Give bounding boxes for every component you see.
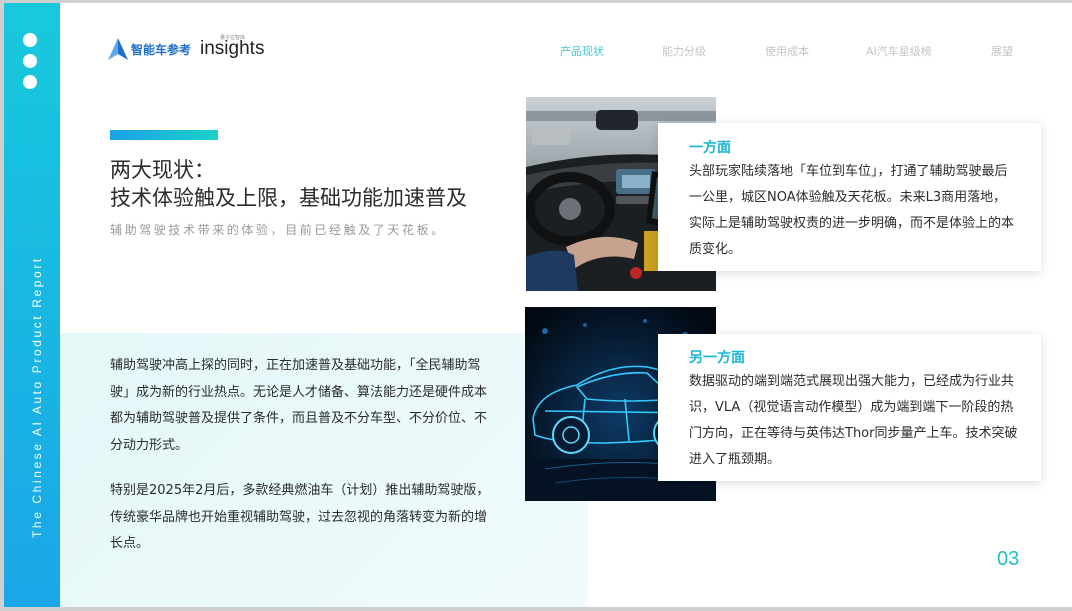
nav-item-outlook[interactable]: 展望: [991, 43, 1013, 59]
page-number: 03: [997, 548, 1020, 570]
body-paragraph-2: 特别是2025年2月后，多款经典燃油车（计划）推出辅助驾驶版，传统豪华品牌也开始…: [110, 483, 490, 551]
body-paragraph-1: 辅助驾驶冲高上探的同时，正在加速普及基础功能，「全民辅助驾驶」成为新的行业热点。…: [110, 358, 488, 453]
page-title-line2: 技术体验触及上限，基础功能加速普及: [110, 186, 467, 210]
info-card-2: 另一方面 数据驱动的端到端范式展现出强大能力，已经成为行业共识，VLA（视觉语言…: [658, 334, 1041, 481]
page-subtitle: 辅助驾驶技术带来的体验，目前已经触及了天花板。: [110, 223, 446, 237]
nav-item-capability-level[interactable]: 能力分级: [662, 43, 706, 59]
frame-bottom: [0, 607, 1072, 611]
insights-tag: 量子位智库: [220, 35, 246, 41]
slide: The Chinese AI Auto Product Report 智能车参考…: [0, 0, 1072, 611]
title-accent-bar: [110, 130, 218, 140]
card-1-text: 头部玩家陆续落地「车位到车位」，打通了辅助驾驶最后一公里，城区NOA体验触及天花…: [689, 164, 1015, 257]
frame-left: [0, 0, 4, 611]
nav-item-star-ranking[interactable]: AI汽车星级榜: [866, 43, 932, 59]
sidebar-vertical-text: The Chinese AI Auto Product Report: [30, 256, 44, 538]
frame-top: [0, 0, 1072, 3]
page-title: 两大现状： 技术体验触及上限，基础功能加速普及: [110, 156, 467, 212]
page-title-line1: 两大现状：: [110, 158, 215, 182]
card-1-title: 一方面: [689, 140, 731, 156]
nav-item-product-status[interactable]: 产品现状: [560, 43, 604, 59]
card-2-text: 数据驱动的端到端范式展现出强大能力，已经成为行业共识，VLA（视觉语言动作模型）…: [689, 374, 1018, 467]
info-card-1: 一方面 头部玩家陆续落地「车位到车位」，打通了辅助驾驶最后一公里，城区NOA体验…: [658, 123, 1041, 271]
sidebar: The Chinese AI Auto Product Report: [4, 3, 60, 607]
top-nav: 产品现状 能力分级 使用成本 AI汽车星级榜 展望: [0, 43, 1072, 59]
card-2-title: 另一方面: [689, 350, 745, 366]
nav-item-usage-cost[interactable]: 使用成本: [765, 43, 809, 59]
